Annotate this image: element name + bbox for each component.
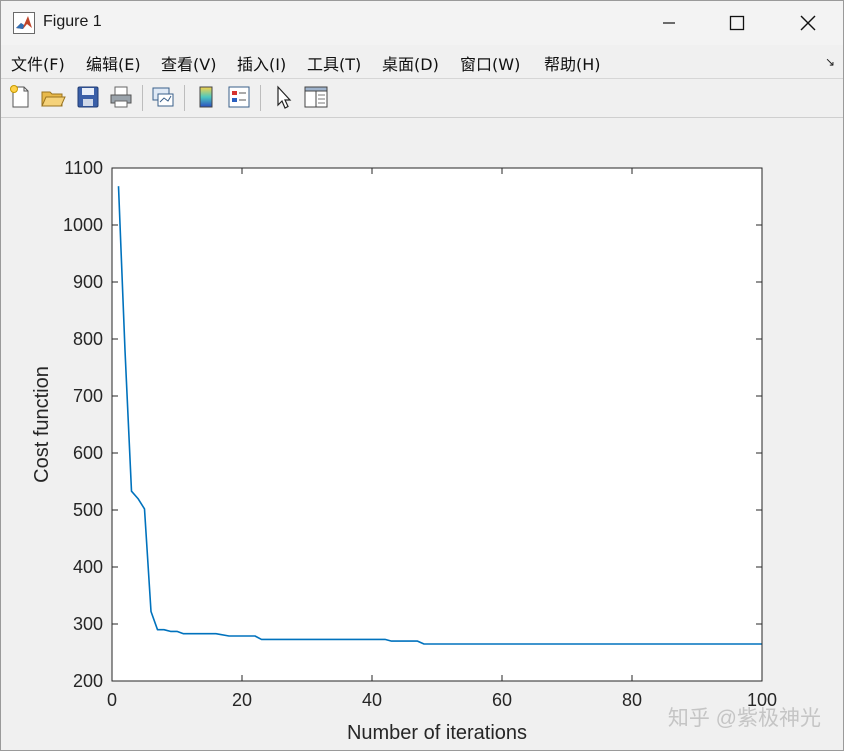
legend-icon[interactable] [226,84,252,110]
window-title: Figure 1 [43,13,102,30]
toolbar-separator [260,85,261,111]
x-tick-label: 0 [107,690,117,710]
y-tick-label: 700 [73,386,103,406]
pointer-icon[interactable] [271,84,297,110]
toolbar-separator [142,85,143,111]
y-tick-label: 200 [73,671,103,691]
y-tick-label: 1000 [63,215,103,235]
x-axis-label: Number of iterations [347,722,527,744]
menu-view[interactable]: 查看(V) [161,51,216,75]
menu-help[interactable]: 帮助(H) [544,51,601,75]
colorbar-icon[interactable] [193,84,219,110]
title-bar[interactable]: Figure 1 [1,1,843,45]
y-tick-label: 300 [73,614,103,634]
save-icon[interactable] [75,84,101,110]
x-tick-label: 80 [622,690,642,710]
watermark-text: 知乎 @紫极神光 [668,707,821,730]
axes-background [112,168,762,681]
open-folder-icon[interactable] [40,84,66,110]
y-tick-label: 900 [73,272,103,292]
menu-insert[interactable]: 插入(I) [237,51,286,75]
minimize-icon [663,22,675,24]
toolbar-separator [184,85,185,111]
y-tick-label: 400 [73,557,103,577]
menu-bar: 文件(F) 编辑(E) 查看(V) 插入(I) 工具(T) 桌面(D) 窗口(W… [1,45,843,79]
close-button[interactable] [785,1,831,45]
menu-edit[interactable]: 编辑(E) [86,51,141,75]
maximize-icon [729,15,745,31]
menu-tools[interactable]: 工具(T) [307,51,361,75]
link-plot-icon[interactable] [150,84,176,110]
new-figure-icon[interactable] [7,84,33,110]
y-tick-label: 800 [73,329,103,349]
figure-window: Figure 1 文件(F) 编辑(E) 查看(V) 插入(I) 工具(T) 桌… [0,0,844,751]
menu-file[interactable]: 文件(F) [11,51,65,75]
dock-arrow-icon[interactable]: ↘ [825,55,835,69]
maximize-button[interactable] [714,1,760,45]
close-icon [800,15,816,31]
y-tick-label: 600 [73,443,103,463]
y-tick-label: 500 [73,500,103,520]
print-icon[interactable] [108,84,134,110]
property-inspector-icon[interactable] [303,84,329,110]
y-tick-label: 1100 [64,158,103,178]
x-tick-label: 40 [362,690,382,710]
plot-svg: 0 20 40 60 80 1002003004005006007008009001000… [31,158,821,744]
menu-desktop[interactable]: 桌面(D) [382,51,439,75]
minimize-button[interactable] [646,1,692,45]
figure-toolbar [1,79,843,118]
matlab-logo-icon [13,12,35,34]
x-tick-label: 60 [492,690,512,710]
menu-window[interactable]: 窗口(W) [460,51,520,75]
y-axis-label: Cost function [31,366,53,483]
x-tick-label: 20 [232,690,252,710]
figure-canvas: 0 20 40 60 80 100 200 300 400 500 600 700 800 900 1000… [1,118,843,750]
